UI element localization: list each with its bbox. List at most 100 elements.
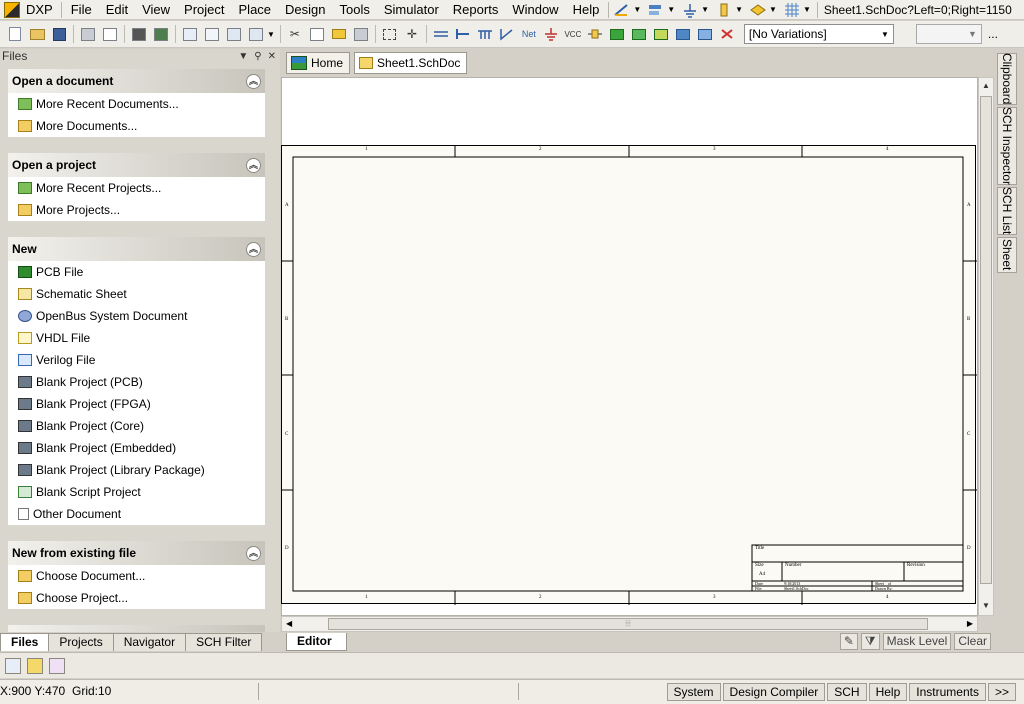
move-selection-icon[interactable]: ✛ — [402, 24, 422, 44]
tab-clipboard[interactable]: Clipboard — [997, 53, 1017, 105]
collapse-icon[interactable]: ︽ — [246, 241, 261, 257]
section-header[interactable]: Open a document ︽ — [8, 69, 265, 93]
menu-design[interactable]: Design — [278, 0, 332, 20]
print-icon[interactable] — [78, 24, 98, 44]
list-item[interactable]: VHDL File — [8, 327, 265, 349]
device-sheet-icon[interactable] — [129, 24, 149, 44]
menu-reports[interactable]: Reports — [446, 0, 506, 20]
menu-help[interactable]: Help — [566, 0, 607, 20]
horizontal-scrollbar[interactable]: ◀ ⦙⦙⦙ ▶ — [281, 616, 978, 632]
filter-icon[interactable]: ⧩ — [860, 633, 880, 650]
new-document-icon[interactable] — [5, 24, 25, 44]
dropdown-arrow-icon[interactable]: ▼ — [803, 5, 811, 14]
menu-window[interactable]: Window — [505, 0, 565, 20]
edit-document-icon[interactable] — [5, 657, 21, 674]
collapse-icon[interactable]: ︽ — [246, 73, 261, 89]
dropdown-arrow-icon[interactable]: ▼ — [267, 30, 275, 39]
list-item[interactable]: More Documents... — [8, 115, 265, 137]
align-tools-icon[interactable] — [647, 2, 665, 18]
scrollbar-thumb[interactable]: ⦙⦙⦙ — [328, 618, 928, 630]
dropdown-arrow-icon[interactable]: ▼ — [701, 5, 709, 14]
mask-level-button[interactable]: Mask Level — [882, 633, 952, 650]
zoom-selected-icon[interactable] — [202, 24, 222, 44]
place-no-erc-icon[interactable] — [717, 24, 737, 44]
dropdown-arrow-icon[interactable]: ▼ — [667, 5, 675, 14]
open-folder-icon[interactable] — [27, 24, 47, 44]
list-item[interactable]: Verilog File — [8, 349, 265, 371]
list-item[interactable]: Blank Project (Embedded) — [8, 437, 265, 459]
cut-icon[interactable]: ✂ — [285, 24, 305, 44]
place-net-label-icon[interactable]: Net — [519, 24, 539, 44]
list-item[interactable]: More Recent Documents... — [8, 93, 265, 115]
grid-icon[interactable] — [783, 2, 801, 18]
help-button[interactable]: Help — [868, 683, 908, 701]
section-header[interactable]: New from existing file ︽ — [8, 541, 265, 565]
system-button[interactable]: System — [666, 683, 721, 701]
list-item[interactable]: Other Document — [8, 503, 265, 525]
place-bus-entry-icon[interactable] — [475, 24, 495, 44]
paste-icon[interactable] — [329, 24, 349, 44]
menu-file[interactable]: File — [64, 0, 99, 20]
design-compiler-button[interactable]: Design Compiler — [722, 683, 826, 701]
section-header[interactable]: Open a project ︽ — [8, 153, 265, 177]
gnd-power-port-icon[interactable] — [541, 24, 561, 44]
rubber-stamp-icon[interactable] — [351, 24, 371, 44]
scrollbar-thumb[interactable] — [980, 96, 992, 584]
tab-navigator[interactable]: Navigator — [112, 633, 187, 651]
list-item[interactable]: Blank Script Project — [8, 481, 265, 503]
clear-button[interactable]: Clear — [954, 633, 991, 650]
list-item[interactable]: Choose Document... — [8, 565, 265, 587]
excel-export-icon[interactable] — [49, 657, 65, 674]
list-item[interactable]: More Recent Projects... — [8, 177, 265, 199]
instruments-button[interactable]: Instruments — [909, 683, 986, 701]
place-device-sheet-icon[interactable] — [651, 24, 671, 44]
list-item[interactable]: Blank Project (Core) — [8, 415, 265, 437]
dropdown-arrow-icon[interactable]: ▼ — [633, 5, 641, 14]
list-item[interactable]: Blank Project (FPGA) — [8, 393, 265, 415]
select-area-icon[interactable] — [380, 24, 400, 44]
power-ports-icon[interactable] — [681, 2, 699, 18]
list-item[interactable]: Schematic Sheet — [8, 283, 265, 305]
panel-menu-icon[interactable]: ▼ — [238, 51, 248, 62]
place-part-icon[interactable] — [585, 24, 605, 44]
list-item[interactable]: Blank Project (Library Package) — [8, 459, 265, 481]
collapse-icon[interactable]: ︽ — [246, 157, 261, 173]
sch-button[interactable]: SCH — [827, 683, 867, 701]
place-signal-harness-icon[interactable] — [497, 24, 517, 44]
scroll-right-icon[interactable]: ▶ — [967, 619, 973, 628]
tab-sch-inspector[interactable]: SCH Inspector — [997, 107, 1017, 185]
wiring-tools-icon[interactable] — [613, 2, 631, 18]
tools-icon[interactable] — [27, 657, 43, 674]
menu-tools[interactable]: Tools — [333, 0, 377, 20]
place-wire-icon[interactable] — [431, 24, 451, 44]
zoom-dropdown-icon[interactable] — [246, 24, 266, 44]
more-button[interactable]: >> — [987, 683, 1016, 701]
place-sheet-symbol-icon[interactable] — [607, 24, 627, 44]
fit-document-icon[interactable] — [151, 24, 171, 44]
collapse-icon[interactable]: ︽ — [246, 545, 261, 561]
scroll-down-icon[interactable]: ▼ — [982, 601, 990, 610]
zoom-filter-icon[interactable] — [224, 24, 244, 44]
vcc-power-port-icon[interactable]: VCC — [563, 24, 583, 44]
dropdown-arrow-icon[interactable]: ▼ — [735, 5, 743, 14]
tab-editor[interactable]: Editor — [286, 632, 347, 651]
list-item[interactable]: Blank Project (PCB) — [8, 371, 265, 393]
menu-simulator[interactable]: Simulator — [377, 0, 446, 20]
list-item[interactable]: PCB File — [8, 261, 265, 283]
schematic-sheet[interactable]: 1 2 3 4 1 2 3 4 A B C D A B C D Title Si… — [281, 145, 977, 605]
tab-sch-filter[interactable]: SCH Filter — [185, 633, 263, 651]
list-item[interactable]: Choose Project... — [8, 587, 265, 609]
save-icon[interactable] — [49, 24, 69, 44]
tab-sheet[interactable]: Sheet — [997, 237, 1017, 273]
scroll-left-icon[interactable]: ◀ — [286, 619, 292, 628]
section-header[interactable]: New ︽ — [8, 237, 265, 261]
vertical-scrollbar[interactable]: ▲ ▼ — [978, 77, 994, 616]
close-icon[interactable]: ✕ — [268, 51, 276, 62]
pin-icon[interactable]: ⚲ — [254, 51, 261, 62]
menu-edit[interactable]: Edit — [99, 0, 135, 20]
copy-icon[interactable] — [307, 24, 327, 44]
dropdown-arrow-icon[interactable]: ▼ — [769, 5, 777, 14]
toolbar-overflow[interactable]: ... — [988, 27, 998, 41]
dxp-menu[interactable]: DXP — [0, 0, 59, 20]
place-sheet-entry-icon[interactable] — [629, 24, 649, 44]
